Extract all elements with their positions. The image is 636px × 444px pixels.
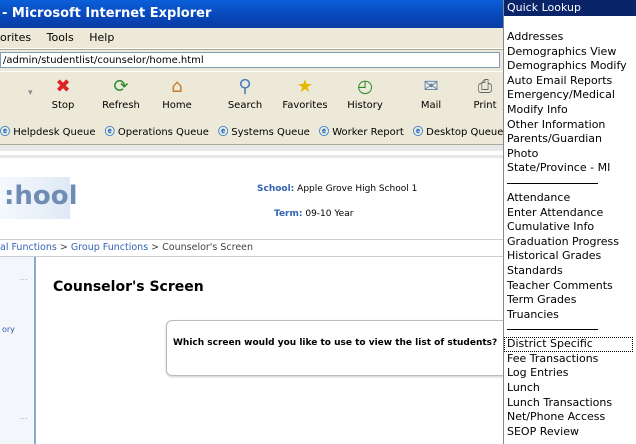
link-operations-queue[interactable]: ⓔ Operations Queue (105, 127, 209, 138)
school-value: Apple Grove High School 1 (297, 184, 418, 194)
school-label: School: (257, 184, 295, 194)
quick-lookup-item-demographics-view[interactable]: Demographics View (504, 45, 636, 60)
quick-lookup-item-emergency-medical[interactable]: Emergency/Medical (504, 88, 636, 103)
menu-tools[interactable]: Tools (47, 31, 74, 44)
link-worker-report[interactable]: ⓔ Worker Report (319, 127, 404, 138)
window-titlebar: - Microsoft Internet Explorer (0, 0, 503, 28)
ie-page-icon: ⓔ (218, 127, 229, 138)
quick-lookup-item-graduation-progress[interactable]: Graduation Progress (504, 235, 636, 250)
refresh-icon: ⟳ (113, 76, 129, 97)
quick-lookup-item-addresses[interactable]: Addresses (504, 30, 636, 45)
ie-page-icon: ⓔ (104, 127, 115, 138)
quick-lookup-item-log-entries[interactable]: Log Entries (504, 366, 636, 381)
quick-lookup-item-teacher-comments[interactable]: Teacher Comments (504, 279, 636, 294)
quick-lookup-item-auto-email-reports[interactable]: Auto Email Reports (504, 74, 636, 89)
search-icon: ⚲ (238, 76, 252, 97)
quick-lookup-item-other-information[interactable]: Other Information (504, 118, 636, 133)
quick-lookup-header[interactable]: Quick Lookup (504, 0, 636, 16)
quick-lookup-item-standards[interactable]: Standards (504, 264, 636, 279)
breadcrumb: al Functions > Group Functions > Counsel… (0, 239, 503, 257)
address-input[interactable]: /admin/studentlist/counselor/home.html (0, 52, 500, 68)
divider (0, 155, 503, 158)
quick-lookup-item-cumulative-info[interactable]: Cumulative Info (504, 220, 636, 235)
ie-page-icon: ⓔ (412, 127, 423, 138)
term-info: Term: 09-10 Year (274, 209, 353, 219)
quick-lookup-item-term-grades[interactable]: Term Grades (504, 293, 636, 308)
address-bar: /admin/studentlist/counselor/home.html (0, 49, 503, 71)
ie-page-icon: ⓔ (0, 127, 10, 138)
stop-icon: ✖ (55, 76, 71, 97)
printer-icon: ⎙ (477, 76, 493, 97)
forward-dropdown-icon[interactable]: ▾ (28, 88, 33, 98)
home-button[interactable]: ⌂ Home (152, 76, 202, 111)
mail-icon: ✉ (423, 76, 439, 97)
history-button[interactable]: ◴ History (340, 76, 390, 111)
quick-lookup-item-net-phone-access[interactable]: Net/Phone Access (504, 410, 636, 425)
favorites-button[interactable]: ★ Favorites (280, 76, 330, 111)
term-label: Term: (274, 209, 303, 219)
quick-lookup-panel: Quick Lookup Addresses Demographics View D… (503, 0, 636, 444)
quick-lookup-item-lunch-transactions[interactable]: Lunch Transactions (504, 396, 636, 411)
breadcrumb-group-functions[interactable]: Group Functions (71, 242, 148, 253)
school-logo: :hool (4, 181, 78, 211)
menu-favorites[interactable]: orites (0, 31, 31, 44)
ie-page-icon: ⓔ (319, 127, 330, 138)
refresh-button[interactable]: ⟳ Refresh (96, 76, 146, 111)
divider (507, 329, 598, 331)
links-bar: ⓔ Helpdesk Queue ⓔ Operations Queue ⓔ Sy… (0, 122, 503, 145)
link-desktop-queue[interactable]: ⓔ Desktop Queue (413, 127, 503, 138)
quick-lookup-item-demographics-modify[interactable]: Demographics Modify (504, 59, 636, 74)
left-nav-column: ... ory ... (0, 257, 36, 444)
quick-lookup-item-district-specific[interactable]: District Specific (504, 337, 633, 352)
quick-lookup-item-seop-review[interactable]: SEOP Review (504, 425, 636, 440)
stop-button[interactable]: ✖ Stop (38, 76, 88, 111)
quick-lookup-item-fee-transactions[interactable]: Fee Transactions (504, 352, 636, 367)
question-box: Which screen would you like to use to vi… (166, 320, 503, 376)
quick-lookup-item-modify-info[interactable]: Modify Info (504, 103, 636, 118)
term-value: 09-10 Year (305, 209, 354, 219)
quick-lookup-item-parents-guardian[interactable]: Parents/Guardian (504, 132, 636, 147)
browser-toolbar: ▾ ✖ Stop ⟳ Refresh ⌂ Home ⚲ Search ★ Fav… (0, 71, 503, 123)
divider (507, 182, 598, 184)
link-helpdesk-queue[interactable]: ⓔ Helpdesk Queue (0, 127, 96, 138)
page-title: Counselor's Screen (53, 279, 204, 295)
search-button[interactable]: ⚲ Search (220, 76, 270, 111)
quick-lookup-item-state-province-mi[interactable]: State/Province - MI (504, 161, 636, 176)
link-systems-queue[interactable]: ⓔ Systems Queue (218, 127, 310, 138)
menu-bar: orites Tools Help (0, 28, 503, 49)
window-title: - Microsoft Internet Explorer (2, 6, 212, 21)
home-icon: ⌂ (171, 76, 183, 97)
school-info: School: Apple Grove High School 1 (257, 184, 417, 194)
quick-lookup-item-enter-attendance[interactable]: Enter Attendance (504, 206, 636, 221)
quick-lookup-item-truancies[interactable]: Truancies (504, 308, 636, 323)
nav-link-partial[interactable]: ory (2, 325, 15, 334)
quick-lookup-item-historical-grades[interactable]: Historical Grades (504, 249, 636, 264)
quick-lookup-item-lunch[interactable]: Lunch (504, 381, 636, 396)
mail-button[interactable]: ✉ Mail (406, 76, 456, 111)
menu-help[interactable]: Help (89, 31, 114, 44)
history-icon: ◴ (357, 76, 373, 97)
favorites-star-icon: ★ (296, 76, 314, 97)
divider (0, 145, 503, 151)
question-text: Which screen would you like to use to vi… (173, 338, 498, 348)
breadcrumb-special-functions[interactable]: al Functions (0, 242, 57, 253)
quick-lookup-item-photo[interactable]: Photo (504, 147, 636, 162)
quick-lookup-item-attendance[interactable]: Attendance (504, 191, 636, 206)
page-content: :hool School: Apple Grove High School 1 … (0, 145, 503, 444)
